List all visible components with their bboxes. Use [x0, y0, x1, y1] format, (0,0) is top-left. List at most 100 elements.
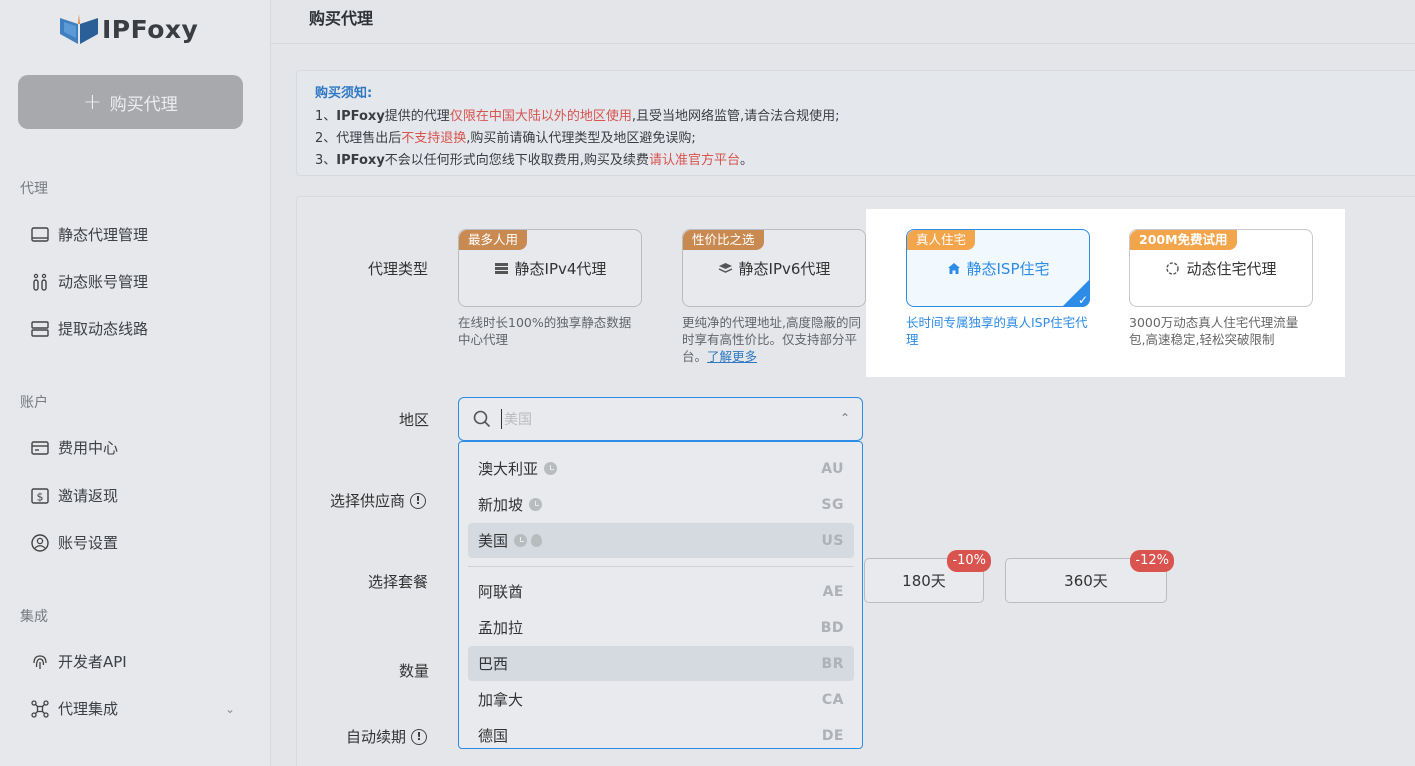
notice-text: 3、	[315, 153, 337, 168]
region-code: US	[821, 532, 844, 549]
proxy-card-ipv4[interactable]: 最多人用 静态IPv4代理	[458, 229, 642, 307]
region-option-br[interactable]: 巴西 BR	[468, 646, 854, 681]
package-360-days-button[interactable]: 360天 -12%	[1005, 550, 1174, 603]
sidebar-item-invite[interactable]: $ 邀请返现	[30, 485, 245, 506]
chevron-down-icon[interactable]: ⌄	[225, 702, 235, 716]
notice-brand: IPFoxy	[336, 153, 385, 168]
card-title-text: 动态住宅代理	[1186, 260, 1277, 278]
card-title: 静态IPv6代理	[683, 258, 865, 279]
card-desc-dynamic: 3000万动态真人住宅代理流量包,高速稳定,轻松突破限制	[1129, 315, 1299, 347]
layers-icon	[718, 263, 732, 273]
region-code: AE	[822, 583, 844, 600]
sidebar-item-billing[interactable]: 费用中心	[30, 437, 245, 458]
discount-badge: -12%	[1130, 550, 1174, 572]
section-proxy: 代理	[20, 181, 48, 197]
region-name: 孟加拉	[478, 619, 524, 637]
notice-line-2: 2、代理售出后不支持退换,购买前请确认代理类型及地区避免误购;	[315, 128, 1407, 150]
notice-line-1: 1、IPFoxy提供的代理仅限在中国大陆以外的地区使用,且受当地网络监管,请合法…	[315, 106, 1407, 128]
region-name: 阿联酋	[478, 583, 524, 601]
region-option-sg[interactable]: 新加坡 SG	[468, 487, 854, 522]
label-proxy-type: 代理类型	[368, 260, 429, 278]
notice-text: ,购买前请确认代理类型及地区避免误购;	[466, 131, 696, 146]
region-option-au[interactable]: 澳大利亚 AU	[468, 451, 854, 486]
notice-line-3: 3、IPFoxy不会以任何形式向您线下收取费用,购买及续费请认准官方平台。	[315, 150, 1407, 172]
server-icon	[31, 320, 49, 337]
home-icon	[947, 263, 960, 274]
sliders-icon	[33, 273, 47, 291]
region-option-de[interactable]: 德国 DE	[468, 718, 854, 748]
card-desc-ipv4: 在线时长100%的独享静态数据中心代理	[458, 315, 632, 347]
notice-text: 2、代理售出后	[315, 131, 402, 146]
notice-title: 购买须知:	[315, 86, 373, 101]
dropdown-divider	[468, 566, 854, 567]
refresh-icon	[1166, 262, 1180, 275]
sidebar-item-label: 静态代理管理	[58, 226, 149, 244]
region-name: 美国	[478, 532, 509, 550]
section-integration: 集成	[20, 609, 48, 625]
region-code: BR	[821, 655, 844, 672]
sidebar-item-extract-dynamic[interactable]: 提取动态线路	[30, 318, 245, 339]
card-tag: 性价比之选	[683, 230, 764, 250]
plus-icon: +	[83, 89, 102, 115]
discount-badge: -10%	[947, 550, 991, 572]
dollar-icon: $	[31, 487, 49, 504]
sidebar-item-developer-api[interactable]: 开发者API	[30, 651, 245, 672]
info-icon[interactable]: !	[411, 728, 428, 745]
sidebar-item-dynamic-account[interactable]: 动态账号管理	[30, 271, 245, 292]
notice-text: 1、	[315, 109, 337, 124]
logo[interactable]: IPFoxy	[58, 12, 198, 46]
region-option-bd[interactable]: 孟加拉 BD	[468, 610, 854, 645]
notice-text: 不会以任何形式向您线下收取费用,购买及续费	[384, 153, 649, 168]
sidebar-item-label: 开发者API	[58, 653, 127, 671]
region-code: DE	[821, 727, 844, 744]
svg-text:$: $	[37, 490, 44, 503]
label-text: 自动续期	[346, 728, 407, 746]
chevron-up-icon[interactable]: ⌃	[840, 411, 850, 425]
region-name: 加拿大	[478, 691, 524, 709]
card-desc-isp: 长时间专属独享的真人ISP住宅代理	[906, 315, 1088, 347]
notice-brand: IPFoxy	[336, 109, 385, 124]
region-placeholder: 美国	[501, 409, 532, 429]
proxy-card-dynamic-residential[interactable]: 200M免费试用 动态住宅代理	[1129, 229, 1313, 307]
card-title-text: 静态ISP住宅	[966, 260, 1050, 278]
info-icon[interactable]: !	[410, 492, 427, 509]
sidebar-item-label: 账号设置	[58, 534, 119, 552]
clock-icon	[544, 462, 558, 475]
region-search-input[interactable]: 美国 ⌃	[458, 397, 863, 441]
region-code: SG	[821, 496, 844, 513]
label-auto-renew: 自动续期 !	[346, 726, 428, 747]
sidebar-item-label: 动态账号管理	[58, 273, 149, 291]
proxy-card-isp-selected[interactable]: 真人住宅 静态ISP住宅 ✓	[906, 229, 1090, 307]
sidebar-item-static-proxy[interactable]: 静态代理管理	[30, 224, 245, 245]
card-tag: 200M免费试用	[1130, 230, 1237, 250]
purchase-notice: 购买须知: 1、IPFoxy提供的代理仅限在中国大陆以外的地区使用,且受当地网络…	[296, 70, 1415, 176]
fire-icon	[531, 534, 543, 547]
credit-card-icon	[31, 440, 49, 455]
section-account: 账户	[20, 395, 48, 411]
label-supplier: 选择供应商 !	[330, 490, 427, 511]
server-icon	[494, 263, 508, 274]
label-region: 地区	[399, 411, 430, 429]
package-180-days-button[interactable]: 180天 -10%	[864, 550, 991, 603]
sidebar: IPFoxy + 购买代理 代理 静态代理管理 动态账号管理 提取动态线路 账户…	[0, 0, 271, 766]
region-option-ca[interactable]: 加拿大 CA	[468, 682, 854, 717]
package-label: 180天	[902, 572, 946, 590]
sidebar-item-label: 提取动态线路	[58, 320, 149, 338]
buy-proxy-label: 购买代理	[109, 94, 178, 115]
selected-check-icon: ✓	[1062, 279, 1090, 307]
card-tag: 最多人用	[459, 230, 528, 250]
sidebar-item-proxy-integration[interactable]: 代理集成 ⌄	[30, 698, 245, 719]
region-name: 新加坡	[478, 496, 524, 514]
region-dropdown: 澳大利亚 AU 新加坡 SG 美国 US 阿联酋 AE 孟加拉 BD 巴西 BR…	[458, 441, 863, 749]
region-option-ae[interactable]: 阿联酋 AE	[468, 574, 854, 609]
sidebar-item-label: 邀请返现	[58, 487, 119, 505]
proxy-card-ipv6[interactable]: 性价比之选 静态IPv6代理	[682, 229, 866, 307]
package-label: 360天	[1064, 572, 1108, 590]
region-option-us[interactable]: 美国 US	[468, 523, 854, 558]
buy-proxy-button[interactable]: + 购买代理	[18, 75, 243, 129]
learn-more-link[interactable]: 了解更多	[707, 349, 757, 364]
sidebar-item-account-settings[interactable]: 账号设置	[30, 532, 245, 553]
notice-text: 。	[739, 153, 753, 168]
label-text: 选择供应商	[330, 492, 406, 510]
notice-warning: 仅限在中国大陆以外的地区使用	[449, 109, 632, 124]
